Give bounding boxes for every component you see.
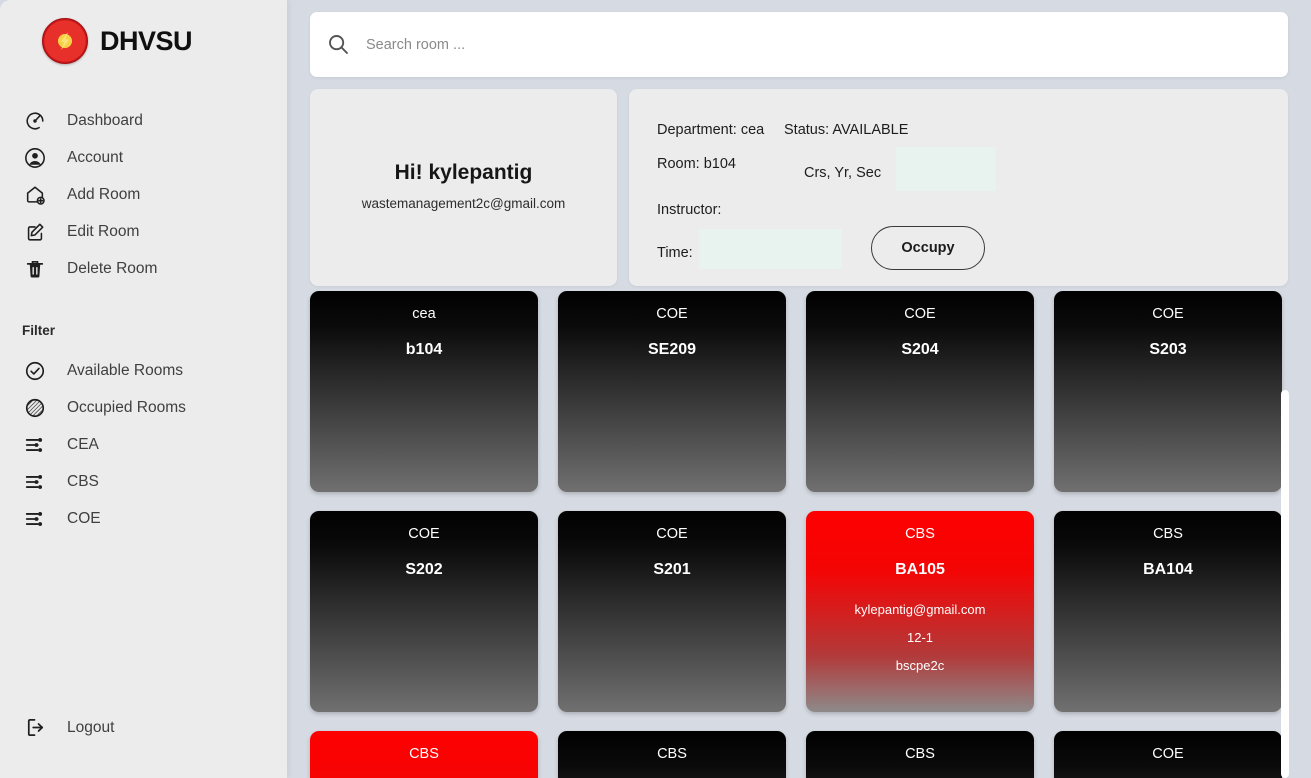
search-icon: [326, 32, 352, 58]
room-card-department: COE: [1152, 746, 1184, 762]
sidebar-item-add-room[interactable]: Add Room: [0, 176, 287, 213]
sidebar-item-label: Add Room: [67, 185, 141, 203]
logout-row: Logout: [0, 709, 287, 746]
room-card-department: CBS: [657, 746, 687, 762]
room-detail-card: Department: cea Status: AVAILABLE Room: …: [629, 89, 1288, 286]
room-card-department: COE: [408, 526, 440, 542]
edit-room-icon: [22, 219, 48, 245]
room-card-department: COE: [1152, 306, 1184, 322]
room-card-occupant: kylepantig@gmail.com 12-1 bscpe2c: [806, 596, 1034, 680]
account-icon: [22, 145, 48, 171]
sliders-icon: [22, 506, 48, 532]
room-card-name: b104: [405, 341, 443, 358]
room-grid-viewport: cea b104 COE SE209 COE S204 COE S203 COE S202 COE S…: [287, 291, 1311, 778]
filter-item-label: CBS: [67, 472, 99, 490]
crs-yr-sec-label: Crs, Yr, Sec: [804, 165, 882, 181]
room-grid: cea b104 COE SE209 COE S204 COE S203 COE S202 COE S…: [310, 291, 1288, 778]
scrollbar-thumb[interactable]: [1281, 390, 1289, 778]
filter-item-available-rooms[interactable]: Available Rooms: [0, 352, 287, 389]
filter-item-label: COE: [67, 509, 101, 527]
room-card[interactable]: COE SE209: [558, 291, 786, 492]
sidebar: DHVSU Dashboard Account Add Room Edit Ro…: [0, 0, 287, 778]
brand: DHVSU: [0, 0, 287, 64]
greeting-card: Hi! kylepantig wastemanagement2c@gmail.c…: [310, 89, 617, 286]
filter-list: Available Rooms Occupied Rooms CEA CBS C…: [0, 352, 287, 537]
search-bar: [310, 12, 1288, 77]
detail-department: Department: cea: [657, 122, 765, 138]
room-card-department: COE: [656, 306, 688, 322]
dashboard-icon: [22, 108, 48, 134]
detail-instructor: Instructor:: [657, 202, 722, 218]
room-card-department: CBS: [905, 526, 935, 542]
room-card[interactable]: COE S202: [310, 511, 538, 712]
room-card-name: S201: [653, 561, 691, 578]
hatched-circle-icon: [22, 395, 48, 421]
room-card[interactable]: cea b104: [310, 291, 538, 492]
sliders-icon: [22, 469, 48, 495]
filter-item-coe[interactable]: COE: [0, 500, 287, 537]
room-card-department: cea: [412, 306, 436, 322]
detail-time-label: Time:: [657, 245, 693, 261]
sidebar-item-label: Delete Room: [67, 259, 158, 277]
detail-status: Status: AVAILABLE: [784, 122, 909, 138]
sidebar-item-delete-room[interactable]: Delete Room: [0, 250, 287, 287]
room-card-department: CBS: [1153, 526, 1183, 542]
room-card[interactable]: CBS: [558, 731, 786, 778]
sidebar-item-label: Account: [67, 148, 124, 166]
filter-item-cea[interactable]: CEA: [0, 426, 287, 463]
room-card-name: S204: [901, 341, 939, 358]
sliders-icon: [22, 432, 48, 458]
app-root: DHVSU Dashboard Account Add Room Edit Ro…: [0, 0, 1311, 778]
time-input[interactable]: [699, 229, 842, 269]
room-card-department: CBS: [905, 746, 935, 762]
room-card-name: BA104: [1143, 561, 1193, 578]
detail-room: Room: b104: [657, 156, 736, 172]
dhvsu-seal-logo: [42, 18, 88, 64]
filter-item-cbs[interactable]: CBS: [0, 463, 287, 500]
room-card-occupant-email: kylepantig@gmail.com: [854, 602, 986, 617]
sidebar-item-account[interactable]: Account: [0, 139, 287, 176]
room-card-name: BA105: [895, 561, 945, 578]
greeting-email: wastemanagement2c@gmail.com: [361, 196, 566, 211]
add-room-icon: [22, 182, 48, 208]
room-card-occupant-course: bscpe2c: [895, 658, 945, 673]
room-card-department: COE: [904, 306, 936, 322]
room-card-name: S203: [1149, 341, 1187, 358]
room-card-name: SE209: [647, 341, 697, 358]
crs-yr-sec-input[interactable]: [896, 147, 996, 191]
room-card[interactable]: CBS BA104: [1054, 511, 1282, 712]
room-card[interactable]: CBS: [310, 731, 538, 778]
sidebar-item-dashboard[interactable]: Dashboard: [0, 102, 287, 139]
room-card-department: COE: [656, 526, 688, 542]
room-card[interactable]: COE: [1054, 731, 1282, 778]
room-card[interactable]: COE S204: [806, 291, 1034, 492]
trash-icon: [22, 256, 48, 282]
filter-item-label: Available Rooms: [67, 361, 184, 379]
search-input[interactable]: [366, 36, 966, 53]
room-card[interactable]: CBS BA105 kylepantig@gmail.com 12-1 bscpe2c: [806, 511, 1034, 712]
room-card[interactable]: COE S203: [1054, 291, 1282, 492]
room-card-occupant-yr: 12-1: [906, 630, 934, 645]
room-card[interactable]: CBS: [806, 731, 1034, 778]
room-card-department: CBS: [409, 746, 439, 762]
logout-button[interactable]: Logout: [0, 709, 287, 746]
check-circle-icon: [22, 358, 48, 384]
filter-section-title: Filter: [22, 323, 56, 338]
sidebar-item-label: Dashboard: [67, 111, 143, 129]
logout-label: Logout: [67, 718, 115, 736]
sidebar-item-edit-room[interactable]: Edit Room: [0, 213, 287, 250]
greeting-title: Hi! kylepantig: [394, 161, 533, 184]
room-card-name: S202: [405, 561, 443, 578]
room-card[interactable]: COE S201: [558, 511, 786, 712]
main-content: Hi! kylepantig wastemanagement2c@gmail.c…: [287, 0, 1311, 778]
logout-icon: [22, 715, 48, 741]
room-grid-scrollbar[interactable]: [1280, 291, 1290, 778]
filter-item-label: CEA: [67, 435, 99, 453]
filter-item-label: Occupied Rooms: [67, 398, 186, 416]
occupy-button[interactable]: Occupy: [871, 226, 985, 270]
brand-name: DHVSU: [100, 25, 193, 56]
sidebar-nav: Dashboard Account Add Room Edit Room Del…: [0, 102, 287, 287]
sidebar-item-label: Edit Room: [67, 222, 140, 240]
filter-item-occupied-rooms[interactable]: Occupied Rooms: [0, 389, 287, 426]
